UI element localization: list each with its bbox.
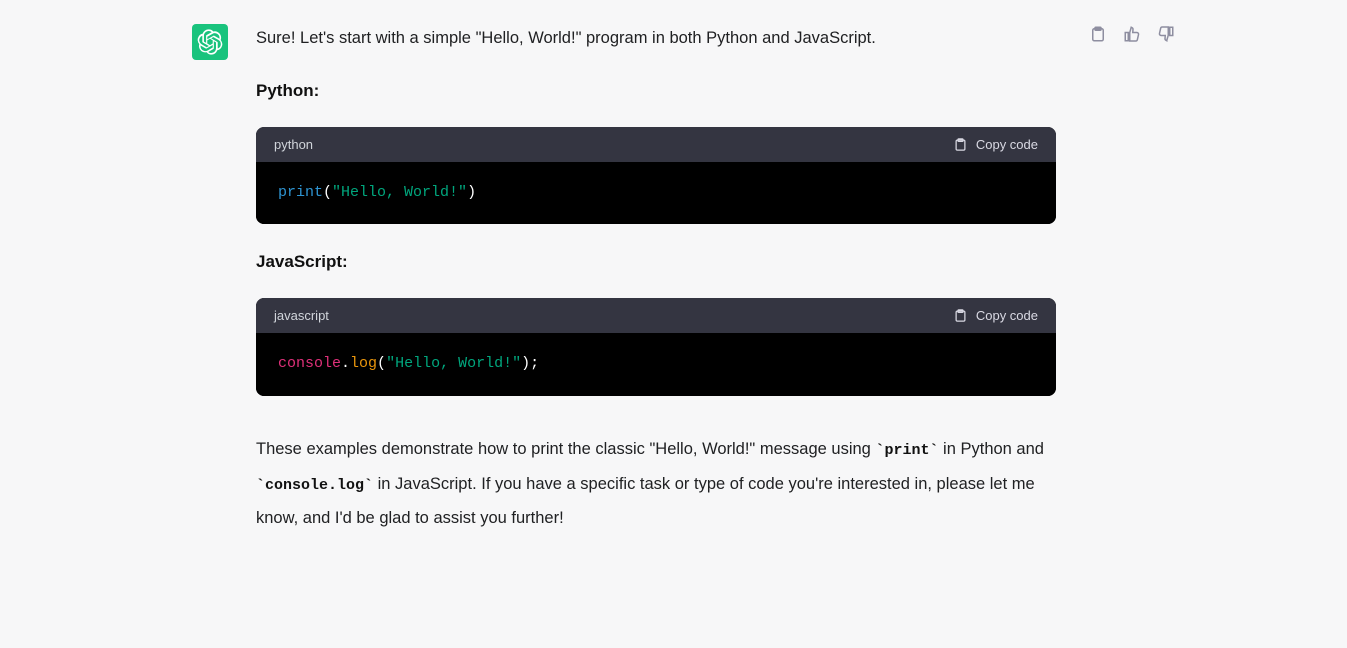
- avatar-column: [192, 24, 228, 536]
- inline-code-print: `print`: [875, 442, 938, 459]
- code-header: javascript Copy code: [256, 298, 1056, 333]
- token-punct: .: [341, 355, 350, 372]
- token-punct: (: [377, 355, 386, 372]
- copy-code-button[interactable]: Copy code: [953, 308, 1038, 323]
- code-body-python: print("Hello, World!"): [256, 162, 1056, 225]
- intro-text: Sure! Let's start with a simple "Hello, …: [256, 24, 1056, 53]
- token-punct: ): [467, 184, 476, 201]
- token-string: "Hello, World!": [332, 184, 467, 201]
- code-block-javascript: javascript Copy code console.log("Hello,…: [256, 298, 1056, 396]
- copy-label: Copy code: [976, 137, 1038, 152]
- explain-part2: in Python and: [938, 440, 1044, 458]
- copy-code-button[interactable]: Copy code: [953, 137, 1038, 152]
- thumbs-down-icon: [1157, 25, 1175, 43]
- token-object: console: [278, 355, 341, 372]
- token-function: print: [278, 184, 323, 201]
- assistant-avatar: [192, 24, 228, 60]
- message-content: Sure! Let's start with a simple "Hello, …: [256, 24, 1076, 536]
- thumbs-up-button[interactable]: [1122, 24, 1142, 44]
- javascript-heading: JavaScript:: [256, 252, 1056, 272]
- copy-message-button[interactable]: [1088, 24, 1108, 44]
- explain-part1: These examples demonstrate how to print …: [256, 440, 875, 458]
- python-heading: Python:: [256, 81, 1056, 101]
- explain-part3: in JavaScript. If you have a specific ta…: [256, 475, 1035, 528]
- code-block-python: python Copy code print("Hello, World!"): [256, 127, 1056, 225]
- openai-logo-icon: [197, 29, 223, 55]
- explanation-text: These examples demonstrate how to print …: [256, 432, 1056, 536]
- clipboard-icon: [953, 137, 968, 152]
- token-punct: );: [521, 355, 539, 372]
- clipboard-icon: [1089, 25, 1107, 43]
- message-row: Sure! Let's start with a simple "Hello, …: [0, 0, 1347, 536]
- message-actions: [1088, 24, 1176, 48]
- copy-label: Copy code: [976, 308, 1038, 323]
- code-lang-label: javascript: [274, 308, 329, 323]
- token-method: log: [350, 355, 377, 372]
- clipboard-icon: [953, 308, 968, 323]
- thumbs-up-icon: [1123, 25, 1141, 43]
- code-lang-label: python: [274, 137, 313, 152]
- thumbs-down-button[interactable]: [1156, 24, 1176, 44]
- token-punct: (: [323, 184, 332, 201]
- code-body-javascript: console.log("Hello, World!");: [256, 333, 1056, 396]
- code-header: python Copy code: [256, 127, 1056, 162]
- token-string: "Hello, World!": [386, 355, 521, 372]
- inline-code-consolelog: `console.log`: [256, 477, 373, 494]
